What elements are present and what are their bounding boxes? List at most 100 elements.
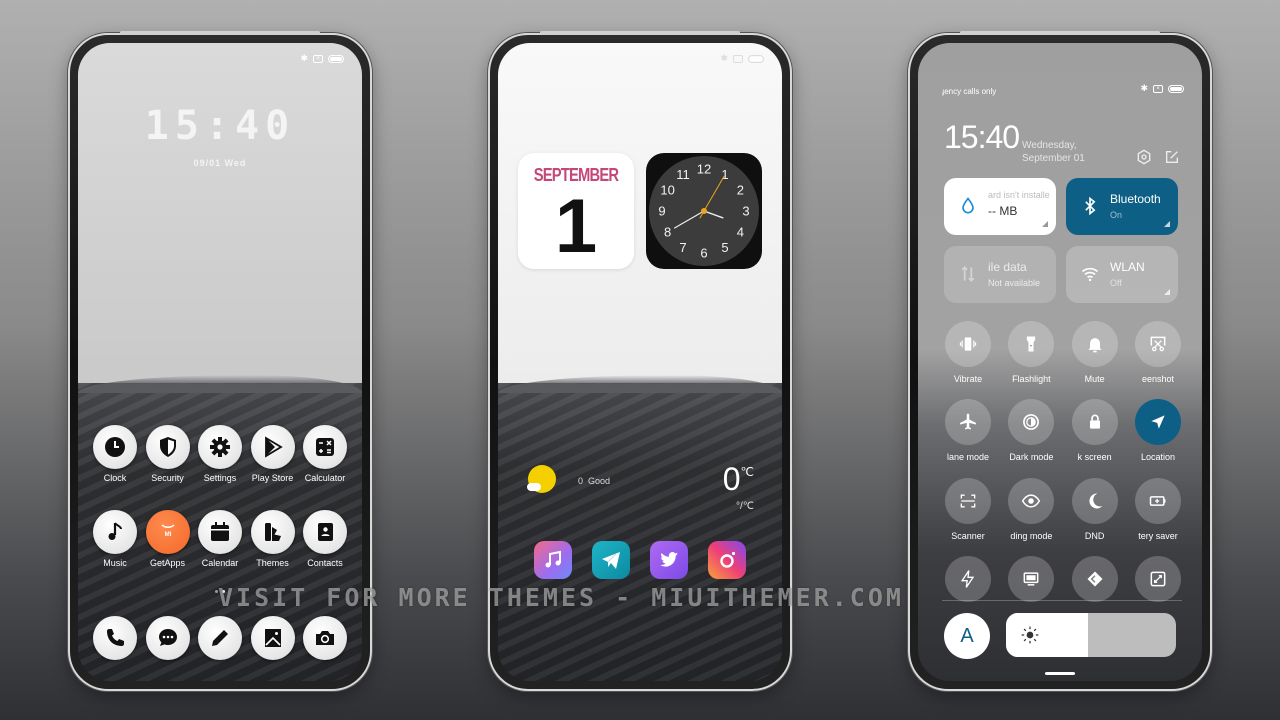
control-center-date: Wednesday, September 01: [1022, 139, 1085, 165]
clock-number: 3: [742, 204, 749, 219]
tile-title: Bluetooth: [1110, 192, 1161, 206]
toggle-label: k screen: [1077, 452, 1112, 462]
dock: [534, 541, 746, 579]
app-label: Calendar: [201, 558, 239, 568]
toggle-vibrate[interactable]: Vibrate: [942, 321, 994, 384]
battery-icon: [328, 54, 344, 63]
bluetooth-icon: ✱: [720, 53, 728, 63]
resize-icon: [1150, 571, 1166, 587]
toggle-dark-mode[interactable]: Dark mode: [1005, 399, 1057, 462]
toggle-scanner[interactable]: Scanner: [942, 478, 994, 541]
toggle-label: Scanner: [951, 531, 985, 541]
dock: [90, 616, 350, 660]
app-calendar[interactable]: Calendar: [195, 510, 245, 568]
calculator-icon: [316, 438, 334, 456]
toggle-mute[interactable]: Mute: [1069, 321, 1121, 384]
app-contacts[interactable]: Contacts: [300, 510, 350, 568]
tile-data-usage[interactable]: ard isn't installe -- MB: [944, 178, 1056, 235]
dock-messages[interactable]: [143, 616, 193, 660]
brightness-slider[interactable]: [1006, 613, 1176, 657]
clock-number: 2: [737, 183, 744, 198]
themes-icon: [264, 523, 281, 541]
calendar-widget[interactable]: SEPTEMBER 1: [518, 153, 634, 269]
eye-icon: [1022, 494, 1041, 508]
bird-icon: [660, 552, 678, 567]
toggle-cast[interactable]: [1005, 556, 1057, 602]
analog-clock-widget[interactable]: 12 1 2 3 4 5 6 7 8 9 10 11: [646, 153, 762, 269]
toggle-battery-saver[interactable]: tery saver: [1132, 478, 1184, 541]
settings-hexagon-icon[interactable]: [1136, 149, 1152, 165]
dock-instagram[interactable]: [708, 541, 746, 579]
clock-icon: [105, 437, 125, 457]
tile-title: ard isn't installe: [988, 190, 1050, 200]
app-themes[interactable]: Themes: [248, 510, 298, 568]
air-quality: 0 Good: [578, 476, 610, 486]
clock-date: 09/01 Wed: [193, 158, 247, 168]
app-calculator[interactable]: Calculator: [300, 425, 350, 483]
carrier-text: ɟency calls only: [942, 87, 997, 96]
music-note-icon: [545, 550, 561, 568]
dock-gallery[interactable]: [248, 616, 298, 660]
clock-number: 9: [658, 204, 665, 219]
date-day: September 01: [1022, 153, 1085, 164]
toggle-quick-share[interactable]: [1069, 556, 1121, 602]
message-icon: [158, 629, 177, 646]
dock-music[interactable]: [534, 541, 572, 579]
toggle-floating-window[interactable]: [1132, 556, 1184, 602]
auto-brightness-button[interactable]: A: [944, 613, 990, 659]
toggle-power-saving[interactable]: [942, 556, 994, 602]
dark-mode-icon: [1023, 414, 1040, 430]
cloud-icon: [527, 483, 541, 491]
lock-icon: [1089, 414, 1100, 429]
code-diamond-icon: [1087, 571, 1103, 587]
toggle-location[interactable]: Location: [1132, 399, 1184, 462]
clock-number: 4: [737, 225, 744, 240]
mi-getapps-icon: MI: [160, 524, 175, 538]
tile-bluetooth[interactable]: Bluetooth On: [1066, 178, 1178, 235]
paper-plane-icon: [602, 552, 620, 569]
dock-notes[interactable]: [195, 616, 245, 660]
airplane-icon: [960, 413, 976, 430]
dock-telegram[interactable]: [592, 541, 630, 579]
app-security[interactable]: Security: [143, 425, 193, 483]
wallpaper-dunes: [498, 375, 782, 681]
app-label: Calculator: [304, 473, 346, 483]
app-label: Contacts: [307, 558, 343, 568]
gear-icon: [210, 437, 230, 457]
app-clock[interactable]: Clock: [90, 425, 140, 483]
dock-phone[interactable]: [90, 616, 140, 660]
toggle-dnd[interactable]: DND: [1069, 478, 1121, 541]
app-play-store[interactable]: Play Store: [248, 425, 298, 483]
toggle-label: Location: [1140, 452, 1175, 462]
app-getapps[interactable]: MI GetApps: [143, 510, 193, 568]
toggle-airplane-mode[interactable]: lane mode: [942, 399, 994, 462]
status-bar: ✱: [720, 53, 764, 64]
pencil-icon: [212, 630, 228, 646]
clock-number: 5: [721, 240, 728, 255]
home-indicator[interactable]: [1045, 672, 1075, 675]
edit-icon[interactable]: [1164, 149, 1180, 165]
app-label: Play Store: [251, 473, 294, 483]
toggle-reading-mode[interactable]: ding mode: [1005, 478, 1057, 541]
app-label: Security: [151, 473, 184, 483]
dock-camera[interactable]: [300, 616, 350, 660]
app-settings[interactable]: Settings: [195, 425, 245, 483]
bluetooth-icon: [1085, 196, 1096, 216]
toggle-screenshot[interactable]: eenshot: [1132, 321, 1184, 384]
svg-text:MI: MI: [164, 532, 171, 538]
dock-twitter[interactable]: [650, 541, 688, 579]
tile-wlan[interactable]: WLAN Off: [1066, 246, 1178, 303]
tile-mobile-data[interactable]: ile data Not available: [944, 246, 1056, 303]
gallery-icon: [264, 629, 281, 647]
app-music[interactable]: Music: [90, 510, 140, 568]
app-row-2: Music MI GetApps Calendar Themes Contact…: [90, 510, 350, 568]
bluetooth-icon: ✱: [1140, 83, 1148, 93]
shield-icon: [159, 437, 176, 457]
no-sim-icon: ×: [313, 54, 323, 63]
play-store-icon: [264, 436, 283, 458]
toggle-flashlight[interactable]: Flashlight: [1005, 321, 1057, 384]
moon-icon: [1089, 493, 1103, 509]
app-label: Music: [103, 558, 127, 568]
water-drop-icon: [962, 197, 974, 214]
toggle-lock-screen[interactable]: k screen: [1069, 399, 1121, 462]
